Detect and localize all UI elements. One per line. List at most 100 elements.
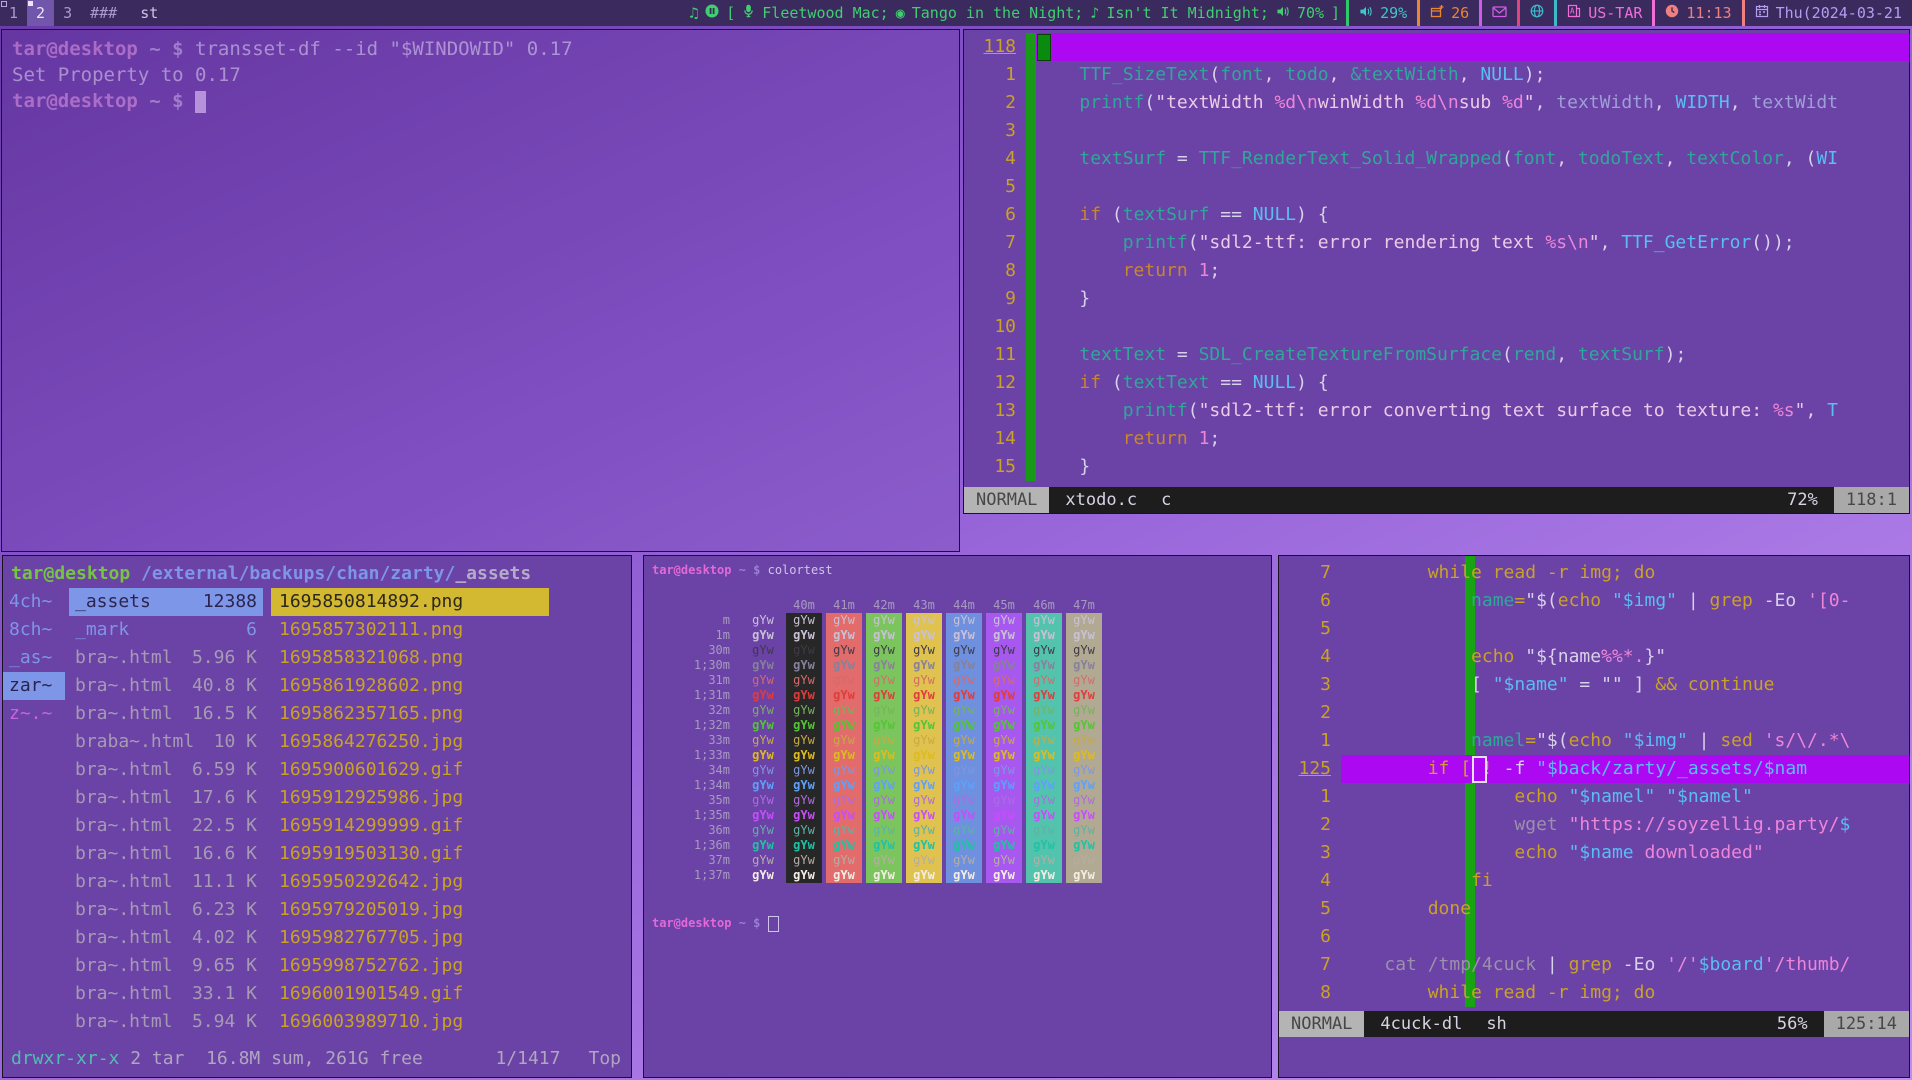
fm-parent-entry[interactable] [3,784,65,812]
fm-parent-entry[interactable] [3,756,65,784]
fm-parent-entry[interactable]: zar~ [3,672,65,700]
ct-cell: gYw [1026,688,1062,703]
fm-parent-entry[interactable]: 4ch~ [3,588,65,616]
fm-row[interactable]: bra~.html16.6 K 1695919503130.gif [3,840,631,868]
fm-parent-entry[interactable] [3,840,65,868]
fm-preview-entry[interactable]: 1695864276250.jpg [271,728,549,756]
tag-2[interactable]: 2 [27,0,54,26]
module-mail[interactable] [1482,0,1517,26]
fm-file-entry[interactable]: bra~.html11.1 K [69,868,263,896]
fm-row[interactable]: z~.~bra~.html16.5 K 1695862357165.png [3,700,631,728]
fm-preview-entry[interactable]: 1696001901549.gif [271,980,549,1008]
fm-parent-entry[interactable] [3,868,65,896]
fm-file-entry[interactable]: bra~.html5.96 K [69,644,263,672]
fm-preview-entry[interactable]: 1695914299999.gif [271,812,549,840]
module-volume[interactable]: 29% [1349,0,1417,26]
token [1601,590,1612,611]
ct-cell: gYw [866,613,902,628]
vim-line: 3 [ "$name" = "" ] && continue [1279,671,1909,699]
fm-row[interactable]: bra~.html9.65 K 1695998752762.jpg [3,952,631,980]
file-manager-window[interactable]: tar@desktop /external/backups/chan/zarty… [2,555,632,1078]
fm-row[interactable]: bra~.html5.94 K 1696003989710.jpg [3,1008,631,1036]
fm-parent-entry[interactable] [3,924,65,952]
fm-file-entry[interactable]: bra~.html16.6 K [69,840,263,868]
fm-file-entry[interactable]: bra~.html33.1 K [69,980,263,1008]
fm-preview-entry[interactable]: 1695982767705.jpg [271,924,549,952]
fm-file-entry[interactable]: bra~.html17.6 K [69,784,263,812]
fm-file-entry[interactable]: _assets12388 [69,588,263,616]
fm-row[interactable]: bra~.html4.02 K 1695982767705.jpg [3,924,631,952]
fm-parent-entry[interactable] [3,728,65,756]
fm-preview-entry[interactable]: 1695858321068.png [271,644,549,672]
tag-1[interactable]: 1 [0,0,27,26]
fm-row[interactable]: zar~bra~.html40.8 K 1695861928602.png [3,672,631,700]
vim-window-4cuck-dl[interactable]: 7 while read -r img; do6 name="$(echo "$… [1278,555,1910,1078]
ct-header-cell: 46m [1026,598,1062,613]
fm-row[interactable]: braba~.html10 K 1695864276250.jpg [3,728,631,756]
token [1449,758,1460,779]
fm-parent-entry[interactable]: 8ch~ [3,616,65,644]
tag-3[interactable]: 3 [54,0,81,26]
fm-row[interactable]: bra~.html17.6 K 1695912925986.jpg [3,784,631,812]
fm-row[interactable]: bra~.html22.5 K 1695914299999.gif [3,812,631,840]
module-network[interactable] [1520,0,1554,26]
fm-file-entry[interactable]: bra~.html5.94 K [69,1008,263,1036]
fm-preview-entry[interactable]: 1695861928602.png [271,672,549,700]
module-layout[interactable]: AUS-TAR [1557,0,1652,26]
fm-row[interactable]: bra~.html33.1 K 1696001901549.gif [3,980,631,1008]
fm-file-entry[interactable]: bra~.html16.5 K [69,700,263,728]
colortest-terminal-window[interactable]: tar@desktop ~ $ colortest 40m41m42m43m44… [643,555,1272,1078]
fm-preview-entry[interactable]: 1695850814892.png [271,588,549,616]
fm-parent-entry[interactable] [3,1008,65,1036]
tag-###[interactable]: ### [81,0,126,26]
vim-cursor-position: 118:1 [1834,487,1909,513]
fm-parent-entry[interactable]: z~.~ [3,700,65,728]
ct-row: 1;32mgYwgYwgYwgYwgYwgYwgYwgYwgYw [644,718,1271,733]
module-updates[interactable]: 26 [1420,0,1479,26]
module-date[interactable]: Thu(2024-03-21 [1745,0,1912,26]
vim-line: 3 [964,117,1909,145]
fm-file-entry[interactable]: braba~.html10 K [69,728,263,756]
fm-preview-entry[interactable]: 1695857302111.png [271,616,549,644]
module-clock[interactable]: 11:13 [1655,0,1741,26]
fm-row[interactable]: bra~.html11.1 K 1695950292642.jpg [3,868,631,896]
fm-row[interactable]: _as~bra~.html5.96 K 1695858321068.png [3,644,631,672]
fm-preview-entry[interactable]: 1696003989710.jpg [271,1008,549,1036]
fm-file-entry[interactable]: bra~.html6.59 K [69,756,263,784]
fm-preview-entry[interactable]: 1695862357165.png [271,700,549,728]
token: transset-df --id "$WINDOWID" 0.17 [195,38,573,60]
fm-row[interactable]: bra~.html6.23 K 1695979205019.jpg [3,896,631,924]
fm-preview-entry[interactable]: 1695950292642.jpg [271,868,549,896]
git-sign-column [1026,285,1036,313]
fm-file-entry[interactable]: bra~.html40.8 K [69,672,263,700]
fm-preview-entry[interactable]: 1695979205019.jpg [271,896,549,924]
ct-prompt-line-2[interactable]: tar@desktop ~ $ [644,909,1271,938]
fm-parent-entry[interactable] [3,980,65,1008]
fm-preview-entry[interactable]: 1695998752762.jpg [271,952,549,980]
token [1341,758,1428,779]
fm-file-entry[interactable]: bra~.html9.65 K [69,952,263,980]
fm-file-entry[interactable]: bra~.html6.23 K [69,896,263,924]
ct-cell: gYw [786,868,822,883]
fm-preview-entry[interactable]: 1695912925986.jpg [271,784,549,812]
ct-prompt-line: tar@desktop ~ $ colortest [644,556,1271,584]
fm-preview-entry[interactable]: 1695919503130.gif [271,840,549,868]
fm-parent-entry[interactable] [3,952,65,980]
fm-parent-entry[interactable]: _as~ [3,644,65,672]
fm-file-entry[interactable]: bra~.html22.5 K [69,812,263,840]
fm-row[interactable]: 8ch~_mark6 1695857302111.png [3,616,631,644]
fm-parent-entry[interactable] [3,896,65,924]
line-number: 6 [1279,587,1341,615]
token [1341,870,1471,891]
fm-file-entry[interactable]: bra~.html4.02 K [69,924,263,952]
vim-window-xtodo[interactable]: 1181 TTF_SizeText(font, todo, &textWidth… [963,29,1910,514]
module-music[interactable]: ♫ [ Fleetwood Mac; ◉ Tango in the Night;… [683,4,1346,22]
fm-row[interactable]: bra~.html6.59 K 1695900601629.gif [3,756,631,784]
fm-file-entry[interactable]: _mark6 [69,616,263,644]
fm-preview-entry[interactable]: 1695900601629.gif [271,756,549,784]
fm-file-name: bra~.html [75,840,192,868]
fm-row[interactable]: 4ch~_assets12388 1695850814892.png [3,588,631,616]
fm-parent-entry[interactable] [3,812,65,840]
terminal-window[interactable]: tar@desktop ~ $ transset-df --id "$WINDO… [1,29,960,552]
git-sign-column [1026,369,1036,397]
